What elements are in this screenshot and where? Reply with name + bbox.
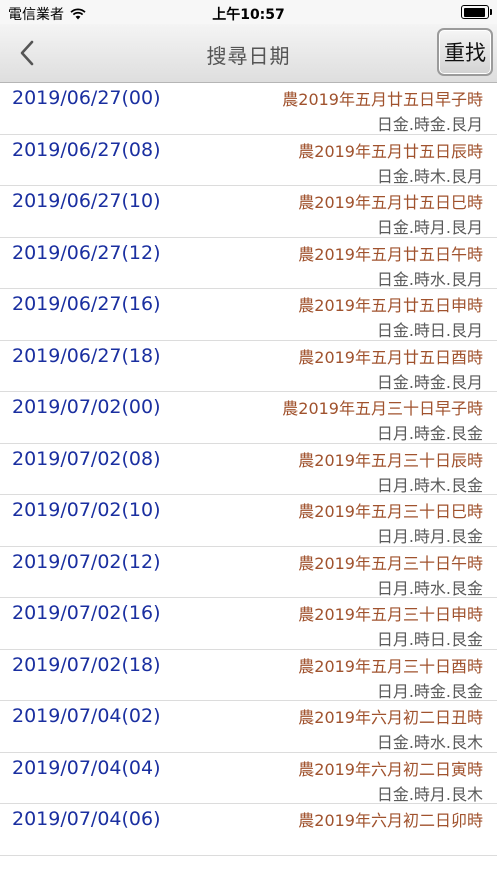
- row-date: 2019/07/02(08): [12, 447, 161, 470]
- row-lunar-date: 農2019年五月三十日早子時: [282, 399, 483, 418]
- row-date: 2019/06/27(12): [12, 241, 161, 264]
- list-item[interactable]: 2019/06/27(10) 農2019年五月廿五日巳時日金.時月.艮月: [0, 186, 497, 238]
- row-lunar-date: 農2019年五月廿五日巳時: [298, 193, 483, 212]
- list-item[interactable]: 2019/07/02(12) 農2019年五月三十日午時日月.時水.艮金: [0, 547, 497, 598]
- row-date: 2019/07/02(16): [12, 602, 161, 624]
- row-elements: 日金.時木.艮月: [376, 166, 483, 186]
- list-item[interactable]: 2019/07/02(18) 農2019年五月三十日酉時日月.時金.艮金: [0, 650, 497, 701]
- row-lunar-date: 農2019年五月廿五日早子時: [282, 90, 483, 109]
- battery-fill: [463, 7, 486, 17]
- row-lunar-date: 農2019年五月廿五日午時: [298, 244, 483, 264]
- list-item[interactable]: 2019/06/27(00) 農2019年五月廿五日早子時日金.時金.艮月: [0, 83, 497, 135]
- row-elements: 日月.時木.艮金: [376, 475, 483, 495]
- list-item[interactable]: 2019/07/04(02) 農2019年六月初二日丑時日金.時水.艮木: [0, 701, 497, 753]
- row-lunar-date: 農2019年五月廿五日申時: [298, 296, 483, 315]
- list-item[interactable]: 2019/06/27(16) 農2019年五月廿五日申時日金.時日.艮月: [0, 289, 497, 341]
- list-item[interactable]: 2019/07/02(10) 農2019年五月三十日巳時日月.時月.艮金: [0, 495, 497, 547]
- status-bar: 電信業者 上午10:57: [0, 0, 497, 24]
- row-lunar-date: 農2019年五月三十日巳時: [298, 502, 483, 521]
- row-lunar-date: 農2019年五月三十日酉時: [298, 656, 483, 676]
- row-lunar-date: 農2019年六月初二日丑時: [298, 708, 483, 727]
- list-item[interactable]: 2019/06/27(12) 農2019年五月廿五日午時日金.時水.艮月: [0, 238, 497, 289]
- battery-outline: [461, 5, 492, 19]
- page-title: 搜尋日期: [206, 44, 291, 68]
- row-elements: 日月.時水.艮金: [376, 578, 483, 598]
- row-elements: 日月.時金.艮金: [376, 424, 483, 443]
- list-item[interactable]: 2019/07/02(16) 農2019年五月三十日申時日月.時日.艮金: [0, 598, 497, 650]
- row-elements: 日金.時水.艮月: [376, 269, 483, 289]
- row-elements: 日月.時金.艮金: [376, 681, 483, 701]
- list-item[interactable]: 2019/07/02(08) 農2019年五月三十日辰時日月.時木.艮金: [0, 444, 497, 495]
- list-item[interactable]: 2019/07/02(00) 農2019年五月三十日早子時日月.時金.艮金: [0, 392, 497, 444]
- row-lunar-date: 農2019年五月廿五日酉時: [298, 347, 483, 367]
- row-elements: 日金.時金.艮月: [376, 115, 483, 134]
- row-date: 2019/06/27(00): [12, 87, 161, 109]
- row-lunar-date: 農2019年六月初二日卯時: [298, 811, 483, 830]
- row-lunar-date: 農2019年六月初二日寅時: [298, 759, 483, 779]
- row-date: 2019/06/27(10): [12, 190, 161, 212]
- row-elements: 日金.時水.艮木: [376, 733, 483, 752]
- list-item[interactable]: 2019/07/04(06) 農2019年六月初二日卯時: [0, 804, 497, 856]
- row-elements: 日金.時月.艮月: [376, 218, 483, 237]
- row-date: 2019/07/02(00): [12, 396, 161, 418]
- row-date: 2019/06/27(18): [12, 344, 161, 367]
- row-date: 2019/06/27(16): [12, 293, 161, 315]
- row-elements: 日月.時月.艮金: [376, 527, 483, 546]
- battery-icon: [461, 5, 492, 19]
- row-date: 2019/07/02(10): [12, 499, 161, 521]
- row-elements: 日金.時金.艮月: [376, 372, 483, 392]
- row-date: 2019/07/02(18): [12, 653, 161, 676]
- status-time: 上午10:57: [212, 7, 285, 23]
- row-date: 2019/06/27(08): [12, 138, 161, 161]
- row-lunar-date: 農2019年五月廿五日辰時: [298, 141, 483, 161]
- row-date: 2019/07/04(06): [12, 808, 161, 830]
- row-lunar-date: 農2019年五月三十日午時: [298, 553, 483, 573]
- result-list: 2019/06/27(00) 農2019年五月廿五日早子時 日金.時金.艮月 2019…: [0, 83, 497, 856]
- row-lunar-date: 農2019年五月三十日辰時: [298, 450, 483, 470]
- navigation-bar: 搜尋日期 重找: [0, 24, 497, 83]
- row-elements: 日月.時日.艮金: [376, 630, 483, 649]
- list-item[interactable]: 2019/06/27(18) 農2019年五月廿五日酉時日金.時金.艮月: [0, 341, 497, 392]
- reset-button[interactable]: 重找: [437, 28, 493, 76]
- row-lunar-date: 農2019年五月三十日申時: [298, 605, 483, 624]
- list-item[interactable]: 2019/06/27(08) 農2019年五月廿五日辰時日金.時木.艮月: [0, 135, 497, 186]
- row-elements: 日金.時月.艮木: [376, 784, 483, 804]
- row-date: 2019/07/04(04): [12, 756, 161, 779]
- row-date: 2019/07/04(02): [12, 705, 161, 727]
- row-date: 2019/07/02(12): [12, 550, 161, 573]
- list-item[interactable]: 2019/07/04(04) 農2019年六月初二日寅時日金.時月.艮木: [0, 753, 497, 804]
- row-elements: 日金.時日.艮月: [376, 321, 483, 340]
